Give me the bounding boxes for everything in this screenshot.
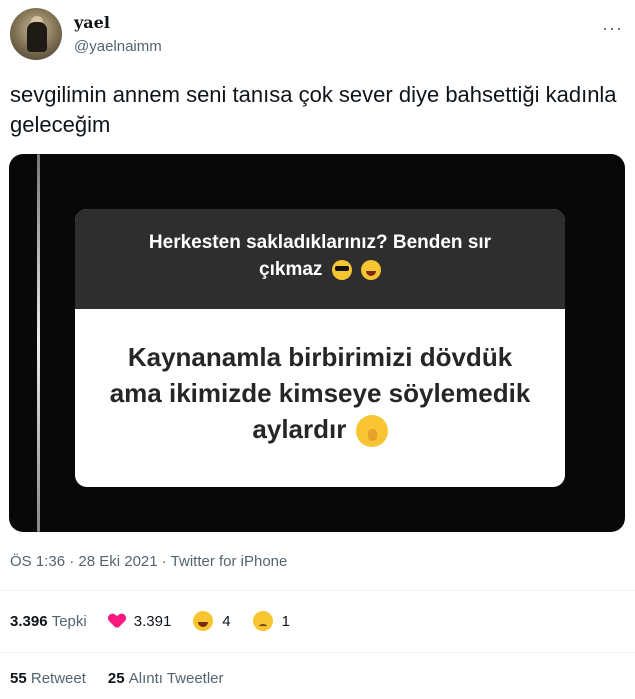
tweet-text: sevgilimin annem seni tanısa çok sever d… — [10, 82, 617, 137]
question-sticker: Herkesten sakladıklarınız? Benden sır çı… — [75, 209, 565, 487]
display-name[interactable]: yael — [74, 13, 110, 32]
answer-text: Kaynanamla birbirimizi dövdük ama ikimiz… — [109, 342, 531, 444]
reactions-number: 3.396 — [10, 612, 48, 630]
tweet-media-image[interactable]: Herkesten sakladıklarınız? Benden sır çı… — [9, 154, 625, 532]
retweet-stats-row: 55 Retweet 25 Alıntı Tweetler — [10, 670, 246, 687]
heart-count: 3.391 — [133, 612, 172, 630]
question-text: Herkesten sakladıklarınız? Benden sır çı… — [148, 232, 492, 280]
sunglasses-emoji-icon — [331, 259, 352, 280]
divider — [0, 652, 635, 653]
quotes-number: 25 — [107, 670, 125, 687]
avatar[interactable] — [10, 8, 62, 60]
tweet-header: yael @yaelnaimm ··· — [10, 8, 625, 64]
media-edge-line — [37, 154, 40, 532]
laughing-emoji-icon — [360, 259, 381, 280]
sad-emoji-icon — [252, 611, 273, 631]
sad-count: 1 — [281, 612, 290, 630]
retweets-link[interactable]: 55 Retweet — [10, 670, 86, 687]
more-options-icon[interactable]: ··· — [602, 18, 623, 39]
reactions-count[interactable]: 3.396 Tepki — [10, 613, 87, 630]
laugh-reaction[interactable]: 4 — [193, 611, 231, 631]
question-area: Herkesten sakladıklarınız? Benden sır çı… — [75, 209, 565, 309]
divider — [0, 590, 635, 591]
tweet-timestamp[interactable]: ÖS 1:36 · 28 Eki 2021 · Twitter for iPho… — [10, 553, 287, 570]
reactions-label: Tepki — [51, 612, 87, 630]
shushing-emoji-icon — [355, 415, 388, 448]
heart-reaction[interactable]: 3.391 — [109, 613, 172, 630]
laugh-count: 4 — [222, 612, 231, 630]
user-handle[interactable]: @yaelnaimm — [74, 38, 162, 55]
answer-area: Kaynanamla birbirimizi dövdük ama ikimiz… — [75, 309, 565, 448]
quotes-label: Alıntı Tweetler — [128, 670, 224, 687]
avatar-figure — [27, 22, 47, 52]
quote-tweets-link[interactable]: 25 Alıntı Tweetler — [108, 670, 224, 687]
laughing-emoji-icon — [193, 611, 214, 631]
retweets-number: 55 — [10, 670, 27, 687]
retweets-label: Retweet — [30, 670, 86, 687]
sad-reaction[interactable]: 1 — [252, 611, 290, 631]
reactions-row: 3.396 Tepki 3.391 4 1 — [10, 606, 290, 636]
heart-icon — [109, 614, 125, 629]
